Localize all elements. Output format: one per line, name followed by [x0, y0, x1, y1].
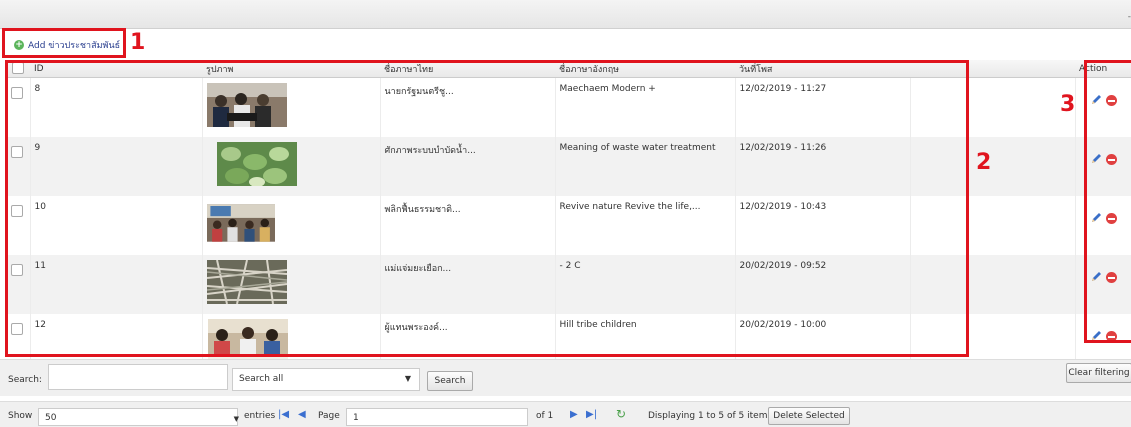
delete-selected-button[interactable]: Delete Selected: [768, 407, 850, 425]
search-button[interactable]: Search: [427, 371, 473, 391]
search-input[interactable]: [48, 364, 228, 390]
search-label: Search:: [8, 375, 42, 385]
add-bar: [0, 29, 1131, 57]
annotation-box-2: [5, 60, 969, 357]
top-toolbar: -: [0, 0, 1131, 29]
entries-value: 50: [45, 413, 57, 423]
dropdown-arrow-icon: ▼: [404, 374, 411, 383]
annotation-number-1: 1: [130, 30, 146, 55]
entries-label: entries: [244, 411, 276, 421]
search-scope-value: Search all: [239, 374, 284, 384]
of-pages-label: of 1: [536, 411, 554, 421]
status-text: Displaying 1 to 5 of 5 items: [648, 411, 773, 421]
page-label: Page: [318, 411, 340, 421]
clear-filtering-button[interactable]: Clear filtering: [1066, 363, 1131, 383]
annotation-box-3: [1084, 60, 1131, 343]
search-scope-select[interactable]: Search all ▼: [232, 368, 420, 391]
last-page-icon[interactable]: ▶|: [586, 409, 597, 420]
dropdown-arrow-icon: ▼: [233, 415, 239, 423]
show-label: Show: [8, 411, 33, 421]
page-input[interactable]: 1: [346, 408, 528, 426]
entries-select[interactable]: 50 ▼: [38, 408, 239, 426]
prev-page-icon[interactable]: ◀: [298, 409, 306, 420]
first-page-icon[interactable]: |◀: [278, 409, 289, 420]
next-page-icon[interactable]: ▶: [570, 409, 578, 420]
annotation-number-2: 2: [976, 150, 992, 175]
annotation-box-1: [2, 28, 126, 58]
refresh-icon[interactable]: ↻: [616, 407, 626, 421]
annotation-number-3: 3: [1060, 92, 1076, 117]
